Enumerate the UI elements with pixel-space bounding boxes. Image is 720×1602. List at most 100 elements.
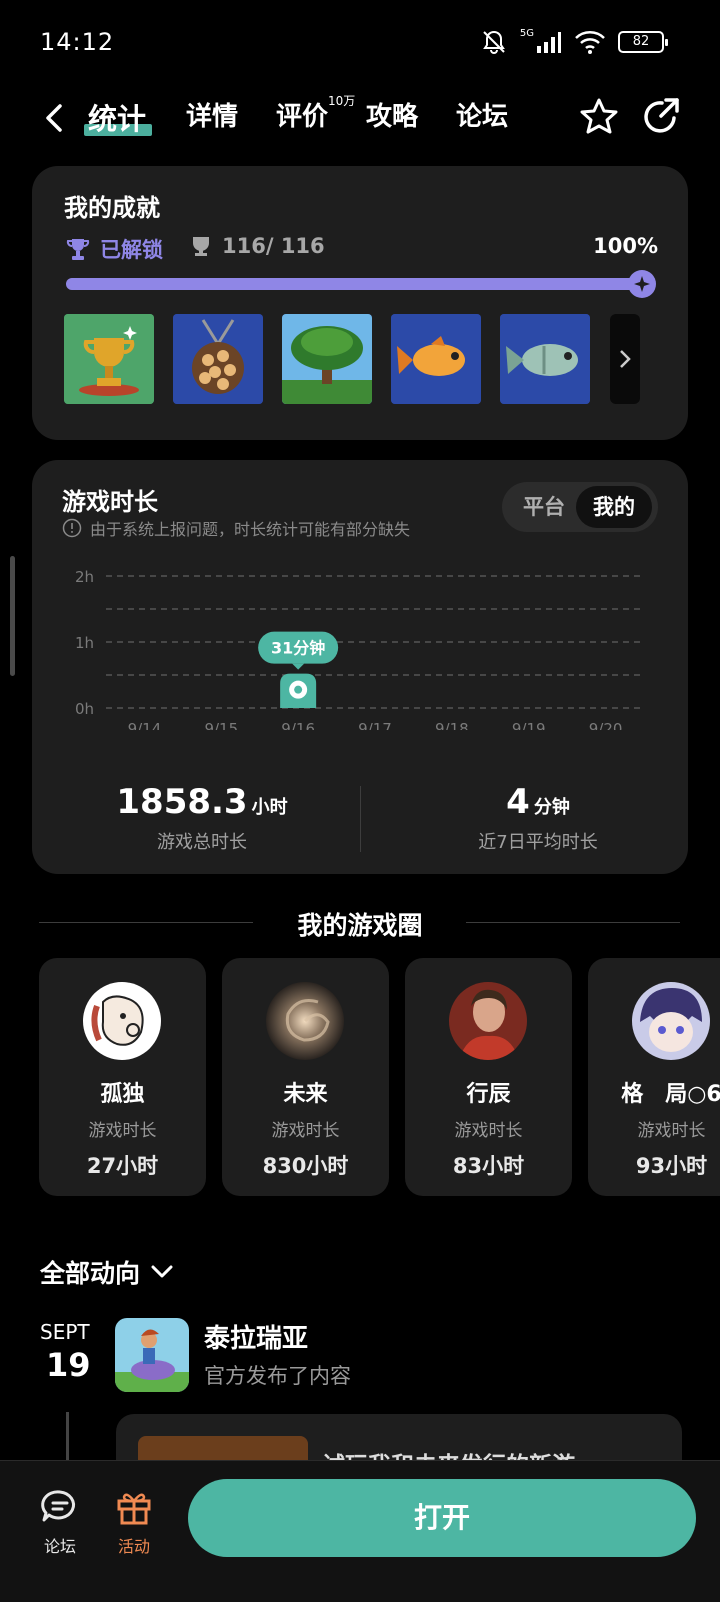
wifi-icon	[575, 31, 605, 54]
game-circle-header: 我的游戏圈	[0, 904, 720, 940]
play-time-card: 游戏时长 由于系统上报问题，时长统计可能有部分缺失 平台 我的 0h 1h 2h 9/…	[32, 460, 688, 874]
play-time-title: 游戏时长	[62, 488, 158, 516]
coin-bag-achievement-icon[interactable]	[173, 314, 263, 404]
total-play-time-unit: 小时	[251, 797, 288, 818]
more-achievements-button[interactable]	[610, 314, 640, 404]
scroll-indicator[interactable]	[10, 556, 15, 676]
chart-x-tick: 9/17	[358, 720, 392, 730]
average-play-time-unit: 分钟	[533, 797, 570, 818]
chart-tooltip-pointer	[292, 663, 305, 670]
total-play-time-label: 游戏总时长	[157, 832, 247, 853]
forum-label: 论坛	[43, 1537, 76, 1556]
achievement-progress-bar	[66, 278, 646, 290]
friend-card[interactable]: 孤独 游戏时长 27小时	[39, 958, 206, 1196]
friend-name: 格 局○6	[621, 1082, 720, 1107]
achievements-card[interactable]: 我的成就 已解锁 116/ 116 100%	[32, 166, 688, 440]
battery-icon: 82	[618, 31, 668, 53]
gift-icon	[117, 1493, 151, 1525]
chart-x-tick: 9/15	[204, 720, 238, 730]
bottom-bar: 论坛 活动 打开	[0, 1460, 720, 1602]
star-icon[interactable]	[578, 96, 620, 138]
trophy-achievement-icon[interactable]	[64, 314, 154, 404]
fish-achievement-icon[interactable]	[500, 314, 590, 404]
game-icon[interactable]	[115, 1318, 189, 1392]
feed-date-month: SEPT	[40, 1320, 90, 1344]
average-play-time: 4 分钟 近7日平均时长	[408, 782, 668, 854]
chart-x-tick: 9/14	[128, 720, 162, 730]
unlocked-label: 已解锁	[100, 238, 163, 262]
back-icon[interactable]	[38, 100, 74, 136]
status-icons: 5G 82	[480, 28, 668, 56]
toggle-platform[interactable]: 平台	[510, 482, 578, 532]
friend-play-label: 游戏时长	[637, 1121, 706, 1141]
trophy-icon	[66, 239, 90, 260]
play-time-chart: 0h 1h 2h 9/14 9/15 9/16 31分钟 9/17 9/18 9/19 9/20	[75, 568, 644, 730]
toggle-mine[interactable]: 我的	[576, 486, 652, 528]
friend-name: 行辰	[466, 1082, 511, 1107]
chart-y-tick: 0h	[75, 700, 94, 718]
achievements-title: 我的成就	[64, 194, 160, 222]
feed-filter-dropdown[interactable]: 全部动向	[40, 1254, 174, 1290]
avatar	[266, 982, 344, 1060]
top-nav: 统计 详情 评价 10万 攻略 论坛	[0, 86, 720, 162]
goldfish-achievement-icon[interactable]	[391, 314, 481, 404]
total-play-time: 1858.3 小时 游戏总时长	[72, 782, 332, 854]
data-notice: 由于系统上报问题，时长统计可能有部分缺失	[62, 516, 410, 540]
mute-icon	[483, 30, 505, 54]
friend-play-hours: 27小时	[86, 1154, 159, 1178]
tab-stats[interactable]: 统计	[88, 96, 146, 138]
chart-x-tick: 9/19	[512, 720, 546, 730]
achievement-thumbnails	[64, 314, 590, 404]
total-play-time-value: 1858.3	[116, 782, 248, 822]
activity-button[interactable]: 活动	[104, 1489, 164, 1557]
scope-toggle[interactable]: 平台 我的	[502, 482, 658, 532]
game-name[interactable]: 泰拉瑞亚	[204, 1318, 308, 1355]
open-game-button[interactable]: 打开	[188, 1479, 696, 1557]
stat-divider	[360, 786, 361, 852]
avatar	[449, 982, 527, 1060]
friend-play-hours: 83小时	[452, 1154, 525, 1178]
chart-x-tick: 9/20	[589, 720, 623, 730]
avatar	[632, 982, 710, 1060]
friend-play-label: 游戏时长	[88, 1121, 157, 1141]
friend-name: 孤独	[100, 1082, 145, 1107]
data-notice-text: 由于系统上报问题，时长统计可能有部分缺失	[90, 520, 411, 539]
friend-play-hours: 93小时	[635, 1154, 708, 1178]
friend-card[interactable]: 格 局○6 游戏时长 93小时	[588, 958, 720, 1196]
feed-date-day: 19	[46, 1346, 91, 1384]
friend-play-hours: 830小时	[262, 1154, 349, 1178]
chart-y-tick: 1h	[75, 634, 94, 652]
game-circle-title: 我的游戏圈	[297, 911, 423, 940]
status-time: 14:12	[40, 28, 115, 56]
friend-list[interactable]: 孤独 游戏时长 27小时 未来 游戏时长 830小时 行辰 游戏时长 83小时	[39, 958, 720, 1196]
tab-reviews[interactable]: 评价	[276, 96, 328, 133]
share-icon[interactable]	[640, 96, 682, 138]
network-label: 5G	[519, 28, 534, 39]
battery-level: 82	[632, 34, 650, 49]
chart-tooltip-label: 31分钟	[271, 639, 325, 658]
achievement-count: 116/ 116	[190, 234, 325, 258]
tab-guides[interactable]: 攻略	[366, 96, 418, 133]
friend-play-label: 游戏时长	[454, 1121, 523, 1141]
cup-icon	[193, 237, 209, 256]
status-bar: 14:12 5G 82	[0, 0, 720, 86]
feed-filter-label: 全部动向	[40, 1259, 141, 1288]
unlocked-status: 已解锁	[64, 234, 163, 264]
tree-achievement-icon[interactable]	[282, 314, 372, 404]
activity-label: 活动	[117, 1537, 150, 1556]
friend-card[interactable]: 未来 游戏时长 830小时	[222, 958, 389, 1196]
forum-button[interactable]: 论坛	[30, 1489, 90, 1557]
chart-bar-marker-dot	[294, 685, 303, 694]
tab-forum[interactable]: 论坛	[456, 96, 508, 133]
chart-y-tick: 2h	[75, 568, 94, 586]
achievement-percent: 100%	[593, 234, 658, 258]
tab-details[interactable]: 详情	[186, 96, 238, 133]
achievement-count-text: 116/ 116	[222, 234, 325, 258]
avatar	[83, 982, 161, 1060]
progress-star-icon	[628, 270, 656, 298]
signal-icon	[537, 32, 561, 53]
chevron-down-icon	[151, 1265, 173, 1278]
achievement-progress-fill	[66, 278, 646, 290]
friend-name: 未来	[283, 1082, 328, 1107]
friend-card[interactable]: 行辰 游戏时长 83小时	[405, 958, 572, 1196]
